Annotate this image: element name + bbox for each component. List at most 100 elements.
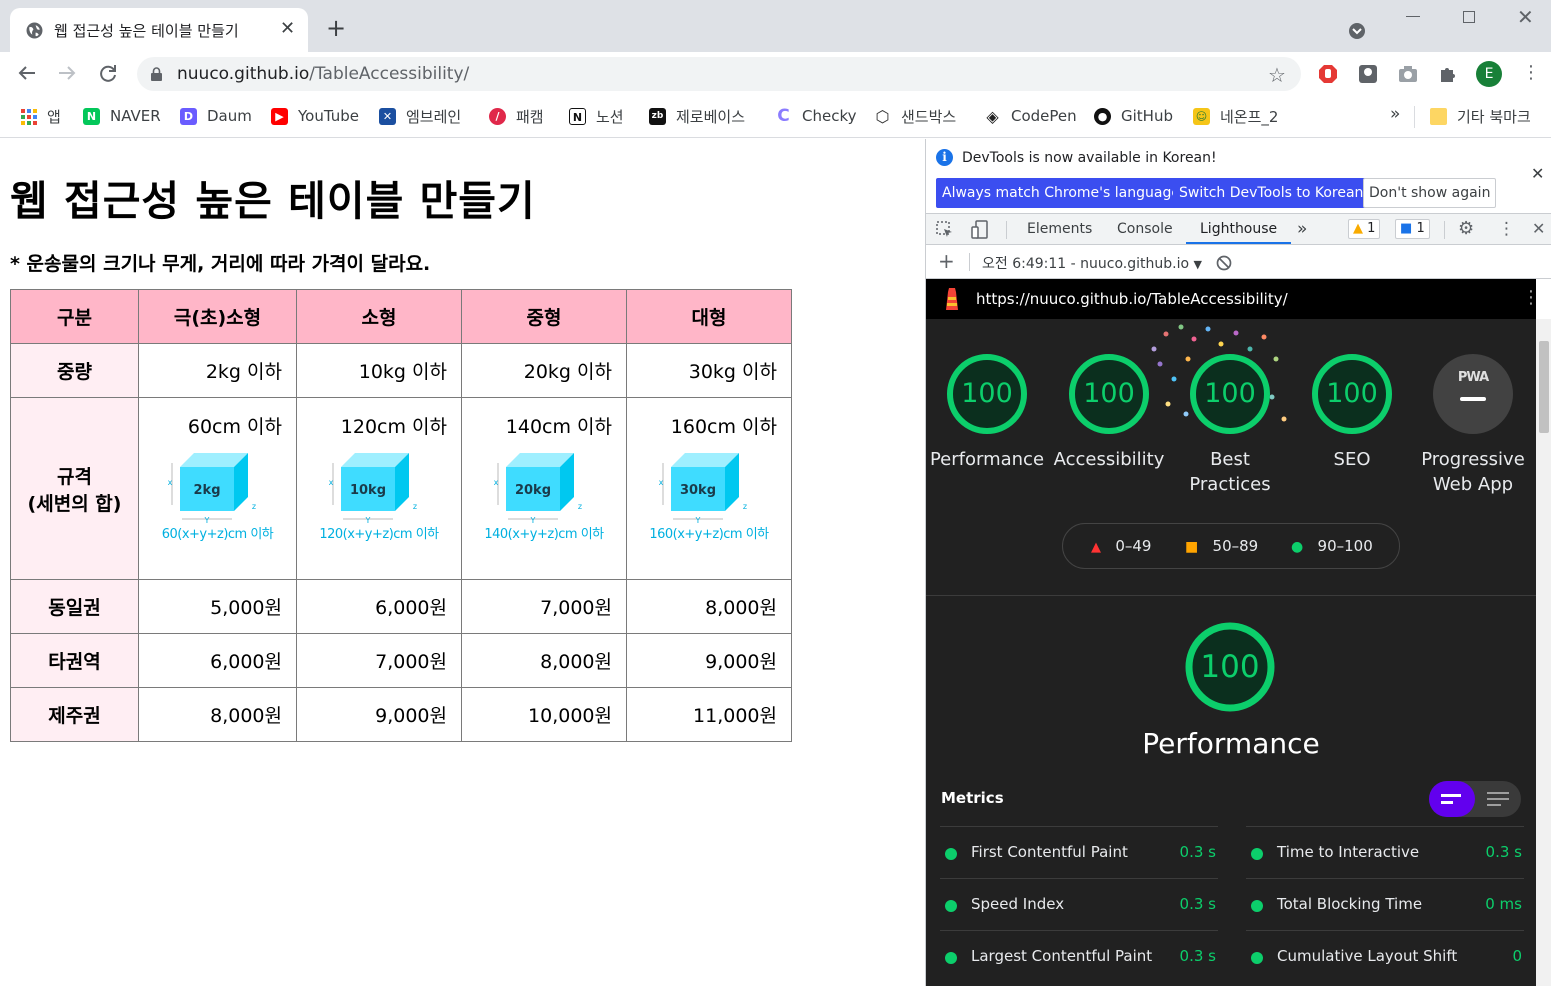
- section-divider: [926, 595, 1536, 596]
- legend-pass: ● 90–100: [1291, 537, 1373, 555]
- report-select[interactable]: 오전 6:49:11 - nuuco.github.io ▼: [982, 253, 1202, 273]
- parcel-box-icon: x 30kg Yz: [659, 453, 747, 523]
- more-tabs-icon[interactable]: »: [1297, 214, 1307, 244]
- always-match-language-button[interactable]: Always match Chrome's language: [936, 178, 1186, 208]
- report-menu-icon[interactable]: ⋮: [1522, 287, 1536, 308]
- bookmark-embrain[interactable]: ✕ 엠브레인: [379, 106, 461, 126]
- bookmark-other-folder[interactable]: 기타 북마크: [1430, 106, 1531, 126]
- tab-lighthouse[interactable]: Lighthouse: [1186, 214, 1292, 244]
- table-cell: 11,000원: [626, 687, 792, 742]
- bookmark-fastcampus[interactable]: / 패캠: [489, 106, 544, 126]
- pass-circle-icon: ●: [1291, 539, 1304, 555]
- bookmark-naver[interactable]: N NAVER: [83, 106, 161, 126]
- device-toolbar-icon[interactable]: [970, 220, 990, 240]
- legend-fail: ▲ 0–49: [1091, 537, 1152, 555]
- camera-extension-icon[interactable]: [1398, 64, 1418, 84]
- close-devtools-icon[interactable]: ✕: [1532, 214, 1545, 244]
- spec-cell: 160cm 이하 x 30kg Yz 160(x+y+z)cm 이하: [626, 397, 792, 580]
- forward-icon[interactable]: [56, 62, 78, 84]
- scrollbar-thumb[interactable]: [1539, 341, 1549, 433]
- table-row-price: 타권역 6,000원 7,000원 8,000원 9,000원: [10, 633, 792, 688]
- new-report-icon[interactable]: +: [938, 249, 955, 273]
- messages-badge[interactable]: ■ 1: [1395, 219, 1430, 239]
- bookmark-apps[interactable]: 앱: [20, 106, 61, 126]
- metrics-view-toggle[interactable]: [1429, 781, 1521, 817]
- toggle-compact-view[interactable]: [1429, 781, 1475, 817]
- report-scrollbar[interactable]: [1536, 319, 1551, 986]
- performance-heading: Performance: [1142, 727, 1320, 760]
- table-cell: 7,000원: [461, 579, 627, 634]
- metric-value: 0.3 s: [1179, 895, 1216, 913]
- dont-show-again-button[interactable]: Don't show again: [1363, 178, 1497, 208]
- clear-reports-icon[interactable]: [1216, 255, 1232, 271]
- gauge-score: 100: [1083, 378, 1135, 409]
- devtools-panel: i DevTools is now available in Korean! A…: [925, 139, 1551, 986]
- metric-name: First Contentful Paint: [971, 843, 1128, 861]
- github-icon: ●: [1094, 107, 1111, 125]
- folder-icon: [1430, 107, 1447, 125]
- bookmark-notion[interactable]: N 노션: [569, 106, 624, 126]
- bookmark-star-icon[interactable]: ☆: [1268, 63, 1286, 87]
- bookmark-github[interactable]: ● GitHub: [1094, 106, 1173, 126]
- devtools-menu-icon[interactable]: ⋮: [1498, 214, 1515, 244]
- pass-circle-icon: [945, 848, 957, 860]
- report-url[interactable]: https://nuuco.github.io/TableAccessibili…: [976, 290, 1288, 308]
- table-header-row: 구분 극(초)소형 소형 중형 대형: [10, 289, 792, 344]
- spec-caption: 60(x+y+z)cm 이하: [161, 527, 274, 542]
- reload-icon[interactable]: [97, 62, 119, 84]
- fastcampus-icon: /: [489, 107, 506, 125]
- bookmark-youtube[interactable]: ▶ YouTube: [271, 106, 359, 126]
- bookmark-daum[interactable]: D Daum: [180, 106, 252, 126]
- expanded-list-icon[interactable]: [1487, 791, 1509, 807]
- bookmarks-overflow-icon[interactable]: »: [1390, 104, 1400, 124]
- performance-big-score: 100: [1200, 649, 1260, 685]
- maximize-icon[interactable]: [1463, 11, 1475, 23]
- pwa-badge: PWA: [1457, 370, 1489, 385]
- profile-extension-icon[interactable]: [1358, 64, 1378, 84]
- warnings-badge[interactable]: ▲ 1: [1348, 219, 1381, 239]
- spec-caption: 120(x+y+z)cm 이하: [319, 527, 439, 542]
- close-tab-icon[interactable]: ✕: [280, 18, 295, 40]
- tab-elements[interactable]: Elements: [1027, 214, 1092, 244]
- window-close-icon[interactable]: ✕: [1517, 5, 1534, 29]
- svg-text:Y: Y: [203, 516, 209, 523]
- bookmark-zerobase[interactable]: zb 제로베이스: [649, 106, 745, 126]
- table-cell: 10kg 이하: [296, 343, 462, 398]
- spec-size: 160cm 이하: [670, 416, 777, 438]
- metric-name: Time to Interactive: [1277, 843, 1420, 861]
- extensions-puzzle-icon[interactable]: [1438, 64, 1458, 84]
- adblock-extension-icon[interactable]: [1318, 64, 1338, 84]
- row-header: 제주권: [10, 687, 139, 742]
- gauge-pwa-icon[interactable]: [1432, 353, 1514, 435]
- codepen-icon: ◈: [986, 106, 999, 126]
- new-tab-icon[interactable]: +: [326, 16, 346, 40]
- dropdown-caret-icon: ▼: [1193, 258, 1202, 271]
- metric-row: Speed Index 0.3 s: [940, 878, 1218, 930]
- profile-avatar[interactable]: E: [1476, 61, 1502, 87]
- back-icon[interactable]: [16, 62, 38, 84]
- minimize-icon[interactable]: [1406, 16, 1420, 17]
- table-cell: 5,000원: [138, 579, 297, 634]
- bookmark-checky[interactable]: C Checky: [775, 106, 856, 126]
- browser-tab[interactable]: 웹 접근성 높은 테이블 만들기 ✕: [10, 8, 308, 52]
- address-bar[interactable]: nuuco.github.io/TableAccessibility/ ☆: [137, 57, 1301, 91]
- tab-title: 웹 접근성 높은 테이블 만들기: [54, 22, 239, 40]
- infobar-close-icon[interactable]: ✕: [1531, 164, 1544, 183]
- info-icon: i: [936, 149, 953, 166]
- table-cell: 8,000원: [461, 633, 627, 688]
- table-cell: 20kg 이하: [461, 343, 627, 398]
- table-cell: 7,000원: [296, 633, 462, 688]
- gauge-score: 100: [1204, 378, 1256, 409]
- switch-to-korean-button[interactable]: Switch DevTools to Korean: [1173, 178, 1370, 208]
- bookmark-sandbox[interactable]: ⬡ 샌드박스: [874, 106, 957, 126]
- lock-icon[interactable]: [151, 67, 162, 81]
- bookmark-neon[interactable]: ☺ 네온프_2: [1193, 106, 1278, 126]
- spec-size: 60cm 이하: [187, 416, 282, 438]
- tab-search-icon[interactable]: [1348, 22, 1366, 40]
- chrome-menu-icon[interactable]: ⋮: [1522, 62, 1540, 84]
- bookmark-codepen[interactable]: ◈ CodePen: [984, 106, 1076, 126]
- lighthouse-logo-icon: [946, 288, 958, 310]
- settings-gear-icon[interactable]: ⚙: [1458, 214, 1474, 244]
- inspect-element-icon[interactable]: [936, 221, 954, 239]
- tab-console[interactable]: Console: [1117, 214, 1173, 244]
